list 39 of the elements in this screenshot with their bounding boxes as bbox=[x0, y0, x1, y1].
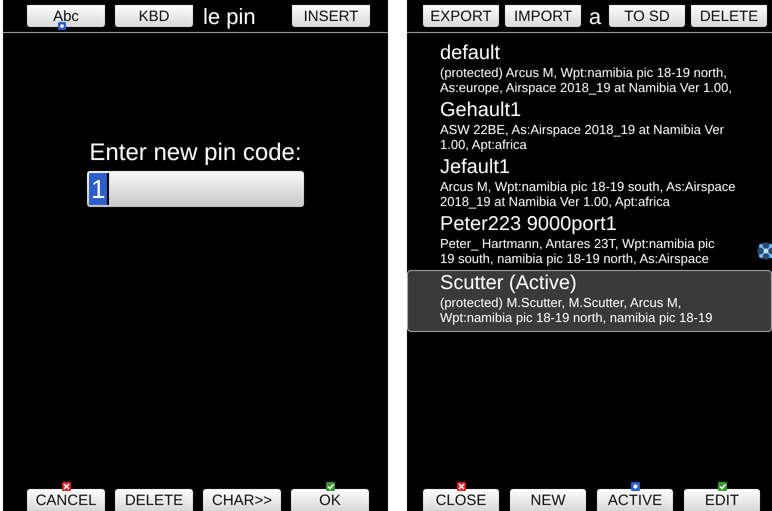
pin-field[interactable]: 1 bbox=[87, 171, 304, 207]
profile-name: Scutter (Active) bbox=[440, 271, 578, 295]
profile-item[interactable]: Peter223 9000port1 Peter_ Hartmann, Antares 23T, Wpt:namibia pic 19 south, namibia pic 18-19 north, As:Airspace bbox=[407, 211, 772, 268]
action-button[interactable]: CLOSE bbox=[423, 489, 499, 511]
toolbar-button[interactable]: TO SD bbox=[609, 5, 685, 27]
profile-details: ASW 22BE, As:Airspace 2018_19 at Namibia Ver bbox=[440, 122, 725, 137]
action-button[interactable]: DELETE bbox=[115, 489, 193, 511]
toolbar-button[interactable]: EXPORT bbox=[423, 5, 499, 27]
pin-prompt: Enter new pin code: bbox=[89, 139, 302, 167]
profile-name: Peter223 9000port1 bbox=[440, 212, 618, 236]
toolbar-button[interactable]: INSERT bbox=[292, 5, 370, 27]
profile-details: 1.00, Apt:africa bbox=[440, 137, 528, 152]
profile-item[interactable]: Scutter (Active) (protected) M.Scutter, M.Scutter, Arcus M, Wpt:namibia pic 18-19 north, namibia pic 18-19 bbox=[407, 270, 772, 332]
action-button[interactable]: OK bbox=[291, 489, 369, 511]
profile-details: (protected) M.Scutter, M.Scutter, Arcus M, bbox=[440, 295, 682, 310]
action-button[interactable]: CHAR>> bbox=[203, 489, 281, 511]
screen-title: a bbox=[588, 3, 602, 30]
toolbar-button[interactable]: KBD bbox=[115, 5, 193, 27]
action-button[interactable]: EDIT bbox=[684, 489, 760, 511]
profile-details: (protected) Arcus M, Wpt:namibia pic 18-19 north, bbox=[440, 65, 728, 80]
toolbar-button[interactable]: DELETE bbox=[691, 5, 767, 27]
profile-details: 19 south, namibia pic 18-19 north, As:Airspace bbox=[440, 251, 710, 266]
action-button[interactable]: CANCEL bbox=[27, 489, 105, 511]
toolbar-button[interactable]: Abc bbox=[27, 5, 105, 27]
toolbar-button[interactable]: IMPORT bbox=[505, 5, 581, 27]
profile-item[interactable]: Jefault1 Arcus M, Wpt:namibia pic 18-19 south, As:Airspace 2018_19 at Namibia Ver 1.00, Apt:africa bbox=[407, 154, 772, 211]
profile-name: Gehault1 bbox=[440, 98, 522, 122]
profile-details: 2018_19 at Namibia Ver 1.00, Apt:africa bbox=[440, 194, 671, 209]
profile-details: Wpt:namibia pic 18-19 north, namibia pic 18-19 bbox=[440, 310, 714, 325]
action-button[interactable]: NEW bbox=[510, 489, 586, 511]
profile-name: default bbox=[440, 41, 502, 65]
profile-name: Jefault1 bbox=[440, 155, 512, 179]
profile-details: Peter_ Hartmann, Antares 23T, Wpt:namibia pic bbox=[440, 236, 716, 251]
profile-item[interactable]: default (protected) Arcus M, Wpt:namibia pic 18-19 north, As:europe, Airspace 2018_19 at Namibia Ver 1.00, bbox=[407, 40, 772, 97]
profile-details: As:europe, Airspace 2018_19 at Namibia Ver 1.00, bbox=[440, 80, 733, 95]
profile-item[interactable]: Gehault1 ASW 22BE, As:Airspace 2018_19 at Namibia Ver 1.00, Apt:africa bbox=[407, 97, 772, 154]
action-button[interactable]: ACTIVE bbox=[597, 489, 673, 511]
profile-details: Arcus M, Wpt:namibia pic 18-19 south, As:Airspace bbox=[440, 179, 737, 194]
screen-title: le pin bbox=[203, 3, 257, 30]
